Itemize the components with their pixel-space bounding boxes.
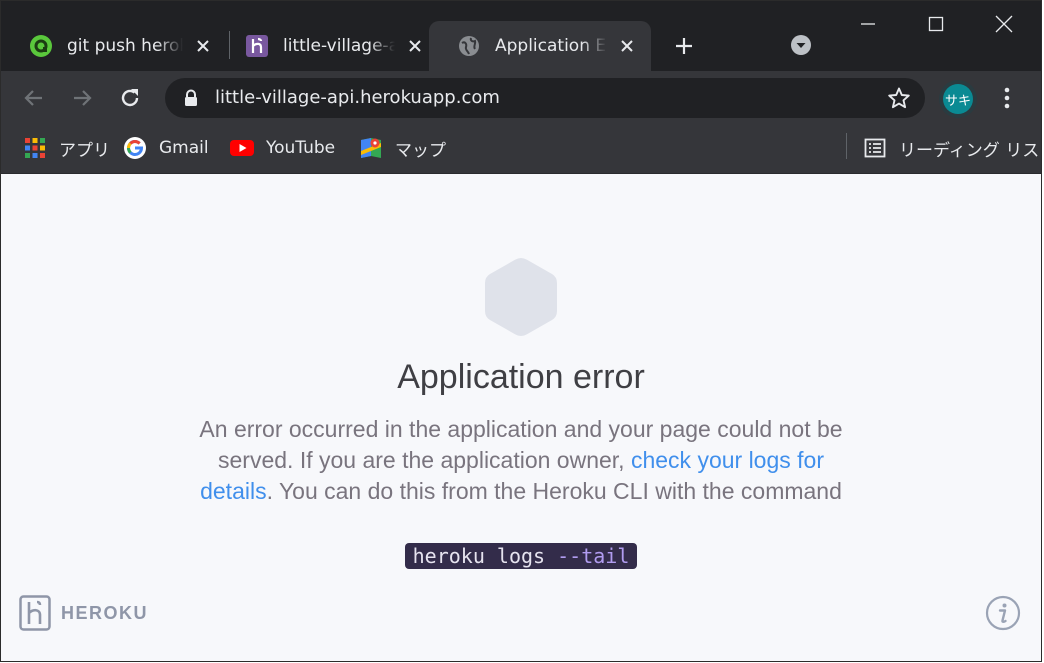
maximize-button[interactable] [913,7,959,41]
lock-icon[interactable] [183,89,199,107]
bookmark-youtube[interactable]: YouTube [230,133,335,163]
tab-search-button[interactable] [787,31,815,59]
toolbar: little-village-api.herokuapp.com サキ [1,71,1041,125]
tab-little-village-api[interactable]: little-village-api [217,21,439,71]
reload-icon [121,89,139,107]
bookmark-label: マップ [395,140,446,161]
forward-button[interactable] [67,83,97,113]
globe-icon [457,34,481,58]
reload-button[interactable] [115,83,145,113]
close-window-button[interactable] [981,7,1027,41]
close-tab-icon[interactable] [403,34,427,58]
menu-button[interactable] [995,83,1019,113]
youtube-icon [230,136,254,160]
google-icon [123,136,147,160]
heroku-icon [245,34,269,58]
error-message: An error occurred in the application and… [185,414,857,507]
tab-title: little-village-api [283,36,395,56]
arrow-right-icon [74,90,92,106]
profile-initials: サキ [943,84,973,114]
back-button[interactable] [19,83,49,113]
heroku-wordmark: HEROKU [61,602,149,623]
minimize-button[interactable] [845,7,891,41]
bookmark-label: アプリ [59,140,110,161]
plus-icon [676,38,692,54]
page-viewport: Application error An error occurred in t… [1,174,1041,661]
command-snippet: heroku logs --tail [404,543,638,569]
command-flag: --tail [557,544,630,568]
close-tab-icon[interactable] [191,34,215,58]
address-bar[interactable]: little-village-api.herokuapp.com [165,78,925,118]
tab-title: Application Error [495,36,607,56]
command-container: heroku logs --tail [1,543,1041,569]
tab-git-push[interactable]: git push heroku [1,21,227,71]
url-text[interactable]: little-village-api.herokuapp.com [215,78,500,118]
error-message-text: . You can do this from the Heroku CLI wi… [266,478,842,504]
hexagon-icon [485,258,557,336]
chevron-down-icon [791,35,811,55]
command-base: heroku logs [412,544,558,568]
minimize-icon [861,23,875,25]
tab-strip: git push heroku little-village-api Appli… [1,1,1041,71]
info-icon[interactable] [985,595,1021,631]
heroku-logo[interactable]: HEROKU [19,595,148,631]
tab-title: git push heroku [67,36,183,56]
new-tab-button[interactable] [669,31,699,61]
bookmark-gmail[interactable]: Gmail [123,133,209,163]
bookmark-label: Gmail [159,138,209,158]
reading-list-icon [863,136,887,160]
arrow-left-icon [24,90,42,106]
bookmarks-divider [846,133,847,159]
tab-application-error[interactable]: Application Error [429,21,651,71]
maximize-icon [928,16,944,32]
heroku-logo-icon [19,595,51,631]
star-icon[interactable] [887,86,911,110]
bookmarks-bar: アプリ Gmail YouTube マップ リーディング リスト [1,125,1041,174]
bookmark-label: YouTube [266,138,336,158]
maps-icon [359,136,383,160]
apps-grid-icon [23,136,47,160]
reading-list-label: リーディング リスト [899,140,1042,161]
reading-list-button[interactable]: リーディング リスト [863,133,1042,163]
browser-window: git push heroku little-village-api Appli… [0,0,1042,662]
kebab-menu-icon [1004,87,1010,109]
error-title: Application error [397,358,645,396]
bookmark-maps[interactable]: マップ [359,133,446,163]
profile-avatar[interactable]: サキ [939,80,977,118]
green-circle-icon [29,34,53,58]
close-icon [995,15,1013,33]
bookmark-apps[interactable]: アプリ [23,133,110,163]
close-tab-icon[interactable] [615,34,639,58]
